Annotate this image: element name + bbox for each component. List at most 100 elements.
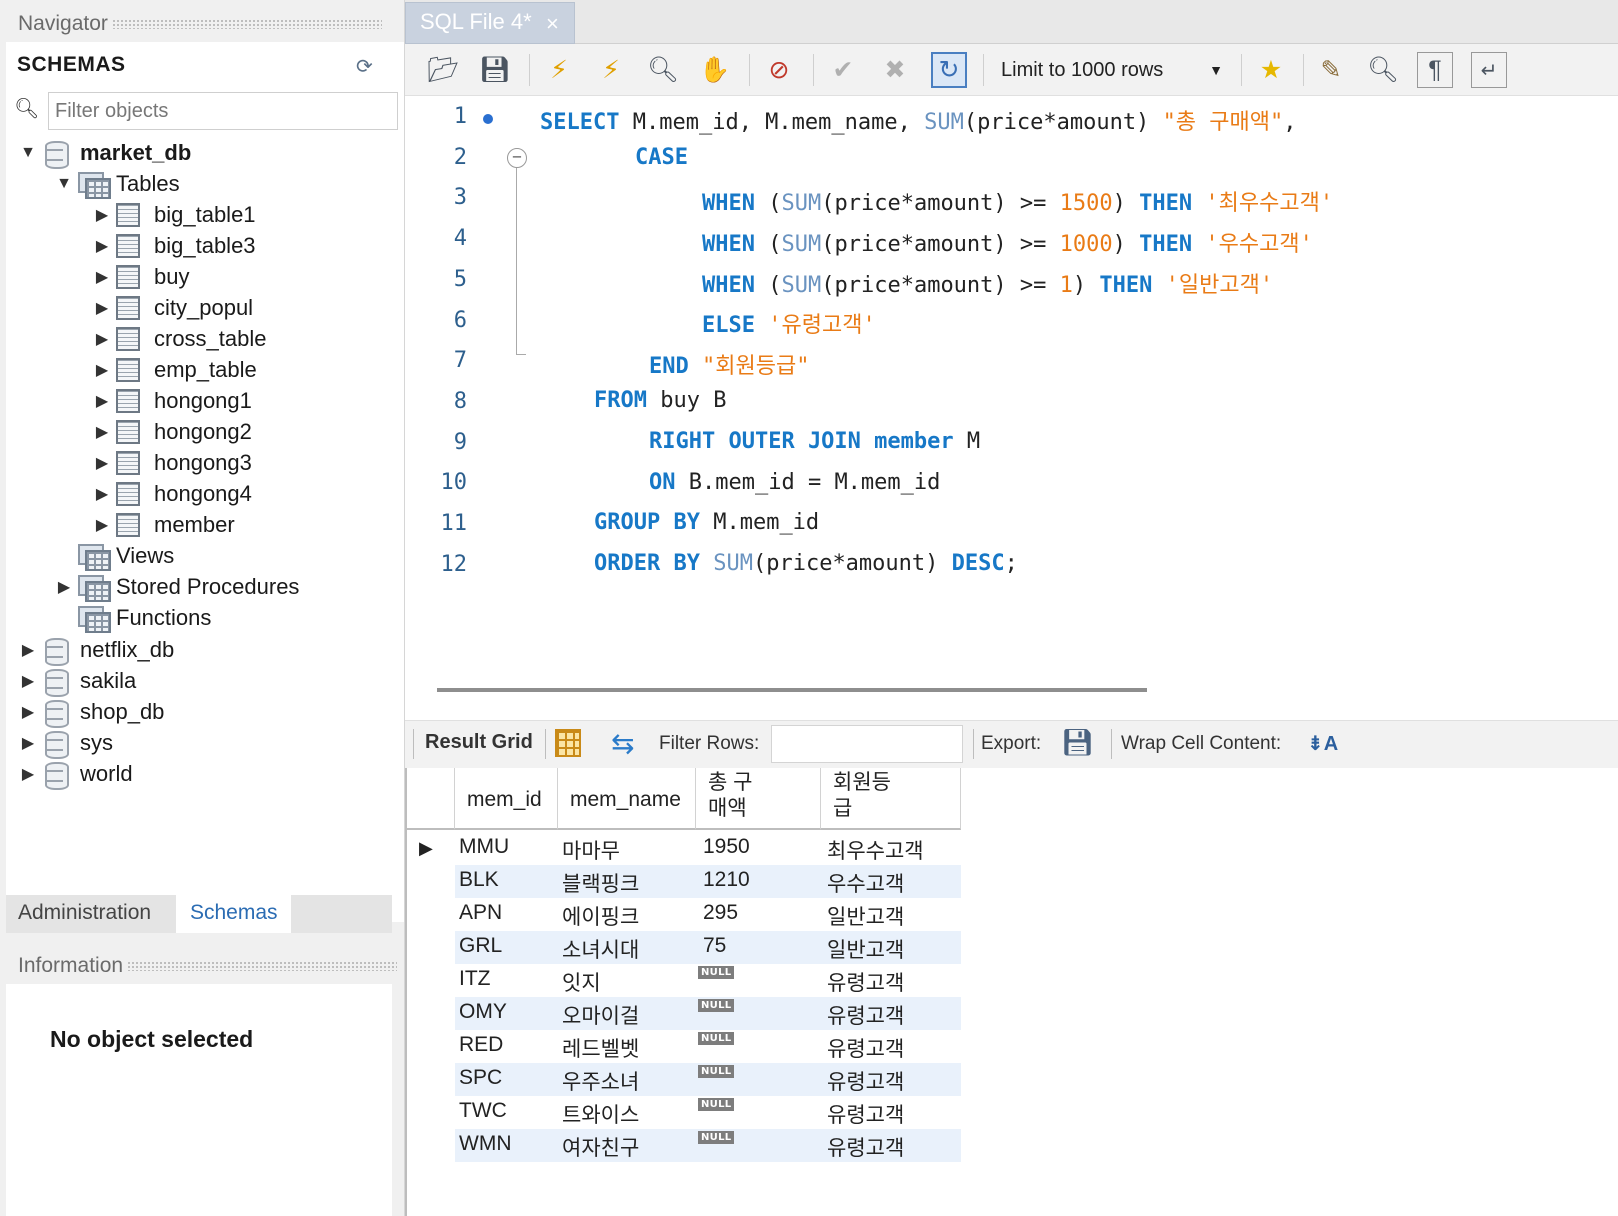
cell-mem-id[interactable]: RED	[459, 1033, 503, 1057]
cell-grade[interactable]: 유령고객	[827, 967, 904, 997]
explain-icon[interactable]: 🔍︎	[645, 52, 681, 88]
add-snippet-icon[interactable]: ★	[1253, 52, 1289, 88]
collapsed-triangle-icon[interactable]: ▶	[18, 671, 38, 691]
cell-mem-name[interactable]: 우주소녀	[562, 1066, 639, 1096]
cell-mem-name[interactable]: 블랙핑크	[562, 868, 639, 898]
autocommit-icon[interactable]: ↻	[931, 52, 967, 88]
cell-mem-name[interactable]: 잇지	[562, 967, 601, 997]
cell-mem-name[interactable]: 마마무	[562, 835, 620, 865]
null-badge[interactable]: NULL	[698, 1098, 735, 1111]
cell-mem-name[interactable]: 소녀시대	[562, 934, 639, 964]
tree-item-table[interactable]: ▶ cross_table	[92, 324, 267, 354]
table-row[interactable]: MMU 마마무 1950 최우수고객	[455, 832, 961, 865]
collapsed-triangle-icon[interactable]: ▶	[92, 515, 112, 535]
invisible-chars-icon[interactable]: ¶	[1417, 52, 1453, 88]
refresh-icon[interactable]: ⇆	[611, 727, 634, 760]
table-row[interactable]: WMN 여자친구 NULL 유령고객	[455, 1129, 961, 1162]
cell-grade[interactable]: 최우수고객	[827, 835, 924, 865]
cell-mem-id[interactable]: MMU	[459, 835, 509, 859]
tree-item-table[interactable]: ▶ big_table1	[92, 200, 256, 230]
cell-total[interactable]: 295	[703, 901, 738, 925]
tree-item-table[interactable]: ▶ member	[92, 510, 235, 540]
cell-mem-name[interactable]: 트와이스	[562, 1099, 639, 1129]
tree-item-database[interactable]: ▶ sys	[18, 728, 113, 759]
cell-grade[interactable]: 유령고객	[827, 1099, 904, 1129]
tree-item-table[interactable]: ▶ hongong2	[92, 417, 252, 447]
cell-grade[interactable]: 유령고객	[827, 1066, 904, 1096]
tree-item-market-db[interactable]: ▼ market_db	[18, 138, 191, 169]
tree-item-table[interactable]: ▶ hongong3	[92, 448, 252, 478]
filter-rows-input[interactable]	[771, 725, 963, 763]
tree-item-table[interactable]: ▶ buy	[92, 262, 189, 292]
tree-item-table[interactable]: ▶ city_popul	[92, 293, 253, 323]
commit-icon[interactable]: ✔	[825, 52, 861, 88]
wrap-cell-icon[interactable]: ⇟A	[1307, 731, 1338, 756]
cell-mem-id[interactable]: SPC	[459, 1066, 502, 1090]
cell-grade[interactable]: 유령고객	[827, 1000, 904, 1030]
collapsed-triangle-icon[interactable]: ▶	[92, 453, 112, 473]
cell-mem-id[interactable]: APN	[459, 901, 502, 925]
open-folder-icon[interactable]: 📂︎	[425, 52, 461, 88]
cell-mem-id[interactable]: WMN	[459, 1132, 511, 1156]
table-row[interactable]: TWC 트와이스 NULL 유령고객	[455, 1096, 961, 1129]
sql-editor[interactable]: 1 2 3 4 5 6 7 8 9 10 11 12 − SELECT M.mem_id, M.mem…	[405, 96, 1618, 680]
execute-current-icon[interactable]: ⚡	[593, 52, 629, 88]
tree-item-tables[interactable]: ▼ Tables	[54, 169, 180, 199]
close-icon[interactable]: ×	[546, 11, 559, 37]
collapsed-triangle-icon[interactable]: ▶	[18, 702, 38, 722]
null-badge[interactable]: NULL	[698, 1131, 735, 1144]
table-row[interactable]: GRL 소녀시대 75 일반고객	[455, 931, 961, 964]
tab-schemas[interactable]: Schemas	[176, 895, 291, 933]
table-row[interactable]: BLK 블랙핑크 1210 우수고객	[455, 865, 961, 898]
tree-item-table[interactable]: ▶ hongong1	[92, 386, 252, 416]
table-row[interactable]: ITZ 잇지 NULL 유령고객	[455, 964, 961, 997]
column-header-total[interactable]: 총 구 매액	[696, 768, 821, 830]
cell-mem-id[interactable]: GRL	[459, 934, 502, 958]
cell-mem-id[interactable]: OMY	[459, 1000, 507, 1024]
column-header-grade[interactable]: 회원등 급	[821, 768, 961, 830]
tab-sql-file[interactable]: SQL File 4* ×	[405, 2, 575, 44]
tree-item-functions[interactable]: ▶ Functions	[54, 603, 211, 633]
tab-administration[interactable]: Administration	[6, 895, 176, 933]
collapsed-triangle-icon[interactable]: ▶	[92, 360, 112, 380]
cell-total[interactable]: 1950	[703, 835, 750, 859]
table-row[interactable]: OMY 오마이걸 NULL 유령고객	[455, 997, 961, 1030]
cell-mem-id[interactable]: BLK	[459, 868, 499, 892]
cell-total[interactable]: 75	[703, 934, 726, 958]
collapsed-triangle-icon[interactable]: ▶	[18, 764, 38, 784]
table-row[interactable]: RED 레드벨벳 NULL 유령고객	[455, 1030, 961, 1063]
fold-collapse-icon[interactable]: −	[507, 148, 527, 168]
table-row[interactable]: SPC 우주소녀 NULL 유령고객	[455, 1063, 961, 1096]
save-icon[interactable]: 💾︎	[477, 52, 513, 88]
cell-mem-name[interactable]: 에이핑크	[562, 901, 639, 931]
tree-item-database[interactable]: ▶ shop_db	[18, 697, 164, 728]
result-grid-tab[interactable]: Result Grid	[425, 731, 533, 754]
table-row[interactable]: APN 에이핑크 295 일반고객	[455, 898, 961, 931]
grid-view-icon[interactable]	[555, 729, 581, 757]
expanded-triangle-icon[interactable]: ▼	[54, 175, 74, 193]
collapsed-triangle-icon[interactable]: ▶	[92, 298, 112, 318]
cell-total[interactable]: 1210	[703, 868, 750, 892]
null-badge[interactable]: NULL	[698, 1032, 735, 1045]
collapsed-triangle-icon[interactable]: ▶	[92, 267, 112, 287]
cell-mem-name[interactable]: 레드벨벳	[562, 1033, 639, 1063]
tree-item-database[interactable]: ▶ world	[18, 759, 133, 790]
tree-item-stored-procedures[interactable]: ▶ Stored Procedures	[54, 572, 299, 602]
null-badge[interactable]: NULL	[698, 999, 735, 1012]
execute-icon[interactable]: ⚡	[541, 52, 577, 88]
collapsed-triangle-icon[interactable]: ▶	[92, 236, 112, 256]
refresh-schemas-icon[interactable]: ⟳	[356, 54, 373, 79]
export-icon[interactable]: 💾︎	[1061, 727, 1094, 758]
cell-grade[interactable]: 일반고객	[827, 901, 904, 931]
null-badge[interactable]: NULL	[698, 1065, 735, 1078]
expanded-triangle-icon[interactable]: ▼	[18, 144, 38, 162]
collapsed-triangle-icon[interactable]: ▶	[92, 484, 112, 504]
collapsed-triangle-icon[interactable]: ▶	[18, 733, 38, 753]
null-badge[interactable]: NULL	[698, 966, 735, 979]
collapsed-triangle-icon[interactable]: ▶	[92, 205, 112, 225]
rollback-icon[interactable]: ✖	[877, 52, 913, 88]
cell-mem-id[interactable]: ITZ	[459, 967, 491, 991]
stop-icon[interactable]: ✋	[697, 52, 733, 88]
find-icon[interactable]: 🔍︎	[1365, 52, 1401, 88]
cell-grade[interactable]: 유령고객	[827, 1033, 904, 1063]
